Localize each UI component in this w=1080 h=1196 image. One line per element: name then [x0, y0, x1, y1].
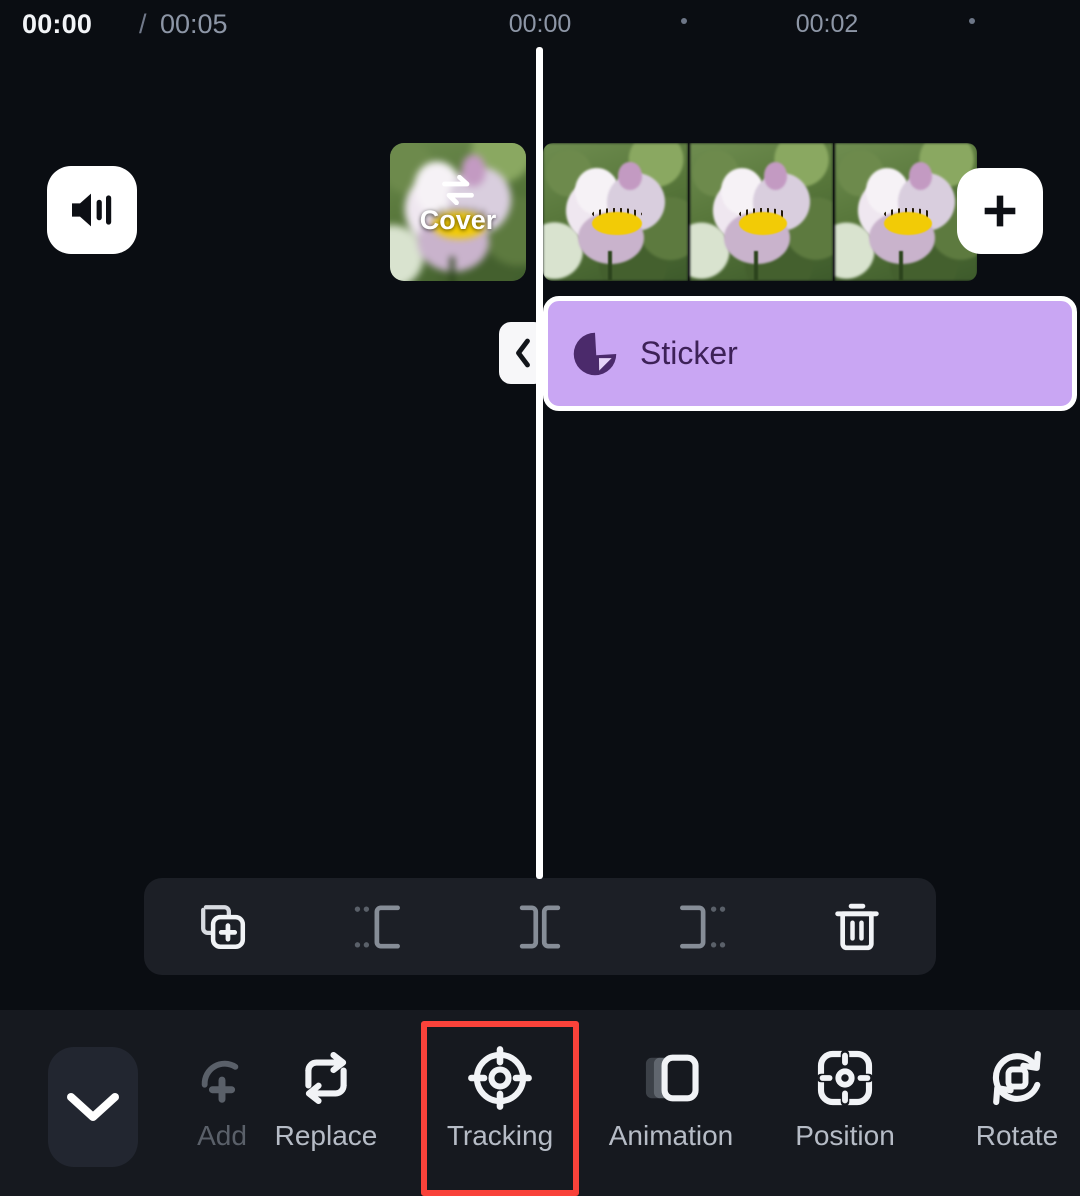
rotate-icon — [992, 1050, 1041, 1106]
video-frame-thumbnail — [688, 143, 833, 281]
split-button[interactable] — [490, 878, 590, 975]
split-icon — [519, 904, 561, 949]
ruler-tick-dot — [681, 18, 687, 24]
nav-item-label: Animation — [608, 1120, 734, 1151]
current-time-label: 00:00 — [22, 9, 93, 39]
volume-icon — [72, 193, 112, 227]
copy-plus-icon — [201, 904, 246, 949]
rotate-icon — [985, 1042, 1049, 1114]
duplicate-button[interactable] — [173, 878, 273, 975]
clip-action-toolbar — [144, 878, 936, 975]
video-frame-thumbnail — [543, 143, 688, 281]
nav-item-replace[interactable]: Replace — [239, 1042, 413, 1174]
trim-left-button[interactable] — [332, 878, 432, 975]
trim-right-icon — [680, 904, 726, 949]
nav-item-rotate[interactable]: Rotate — [930, 1042, 1080, 1174]
video-frame-thumbnail — [833, 143, 977, 281]
nav-item-label: Tracking — [446, 1120, 554, 1151]
chevron-down-icon — [67, 1093, 119, 1121]
replace-icon — [305, 1052, 347, 1104]
tracking-target-icon — [468, 1046, 532, 1110]
swap-icon — [442, 175, 474, 205]
trim-left-icon — [354, 904, 400, 949]
sticker-clip-label: Sticker — [640, 335, 738, 371]
cover-label: Cover — [419, 205, 497, 235]
position-frame-icon — [816, 1049, 874, 1107]
ruler-tick-label: 00:02 — [795, 10, 859, 38]
add-media-button[interactable] — [957, 168, 1043, 254]
time-separator: / — [139, 9, 147, 39]
video-editor-screen: 00:00 / 00:05 00:00 00:02 Cover Sticker … — [0, 0, 1080, 1196]
video-clip-frames[interactable] — [543, 143, 977, 281]
cover-clip[interactable]: Cover — [390, 143, 526, 281]
ruler-tick-dot — [969, 18, 975, 24]
replace-icon — [294, 1042, 358, 1114]
trim-right-button[interactable] — [648, 878, 748, 975]
chevron-left-icon — [515, 338, 530, 368]
plus-icon — [984, 195, 1016, 227]
nav-item-label: Position — [795, 1120, 895, 1151]
sticker-clip[interactable]: Sticker — [543, 296, 1077, 411]
collapse-toolbar-button[interactable] — [48, 1047, 138, 1167]
nav-item-animation[interactable]: Animation — [584, 1042, 758, 1174]
nav-item-position[interactable]: Position — [758, 1042, 932, 1174]
playhead[interactable] — [536, 47, 543, 879]
delete-button[interactable] — [807, 878, 907, 975]
tracking-target-icon — [467, 1042, 533, 1114]
bottom-toolbar: Add Replace Tracking Animation Position Rotat… — [0, 1010, 1080, 1196]
nav-item-label: Rotate — [975, 1120, 1059, 1151]
total-duration-label: 00:05 — [160, 9, 228, 39]
timeline-ruler[interactable]: 00:00 / 00:05 00:00 00:02 — [0, 0, 1080, 48]
volume-button[interactable] — [47, 166, 137, 254]
position-frame-icon — [813, 1042, 877, 1114]
animation-layers-icon — [645, 1054, 699, 1102]
sticker-icon — [573, 332, 617, 375]
animation-layers-icon — [639, 1042, 703, 1114]
ruler-tick-label: 00:00 — [508, 10, 572, 38]
nav-item-label: Replace — [274, 1120, 378, 1151]
nav-item-tracking[interactable]: Tracking — [413, 1042, 587, 1174]
trash-icon — [835, 903, 879, 950]
